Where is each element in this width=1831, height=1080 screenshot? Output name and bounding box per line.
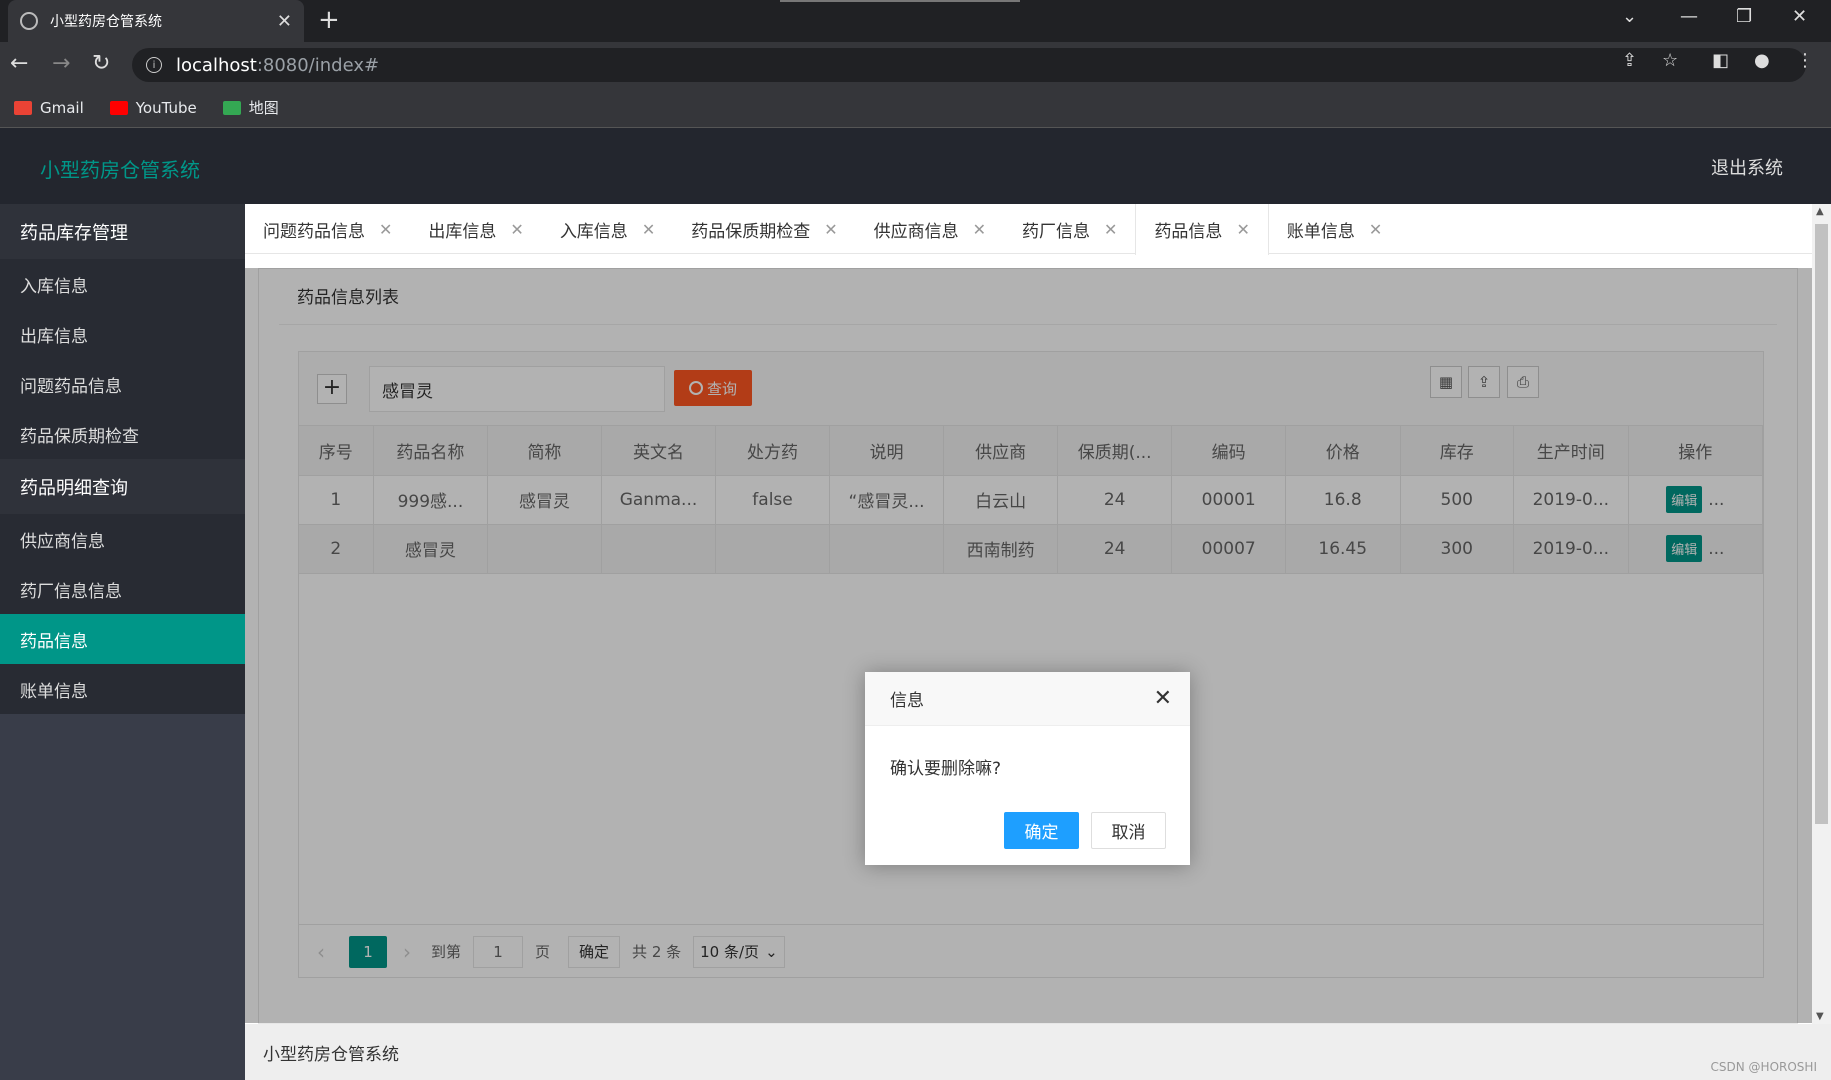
scroll-up-icon[interactable]: ▲ — [1816, 206, 1824, 217]
app-header: 小型药房仓管系统 退出系统 — [0, 128, 1831, 204]
browser-tab[interactable]: 小型药房仓管系统 ✕ — [8, 0, 304, 42]
confirm-button[interactable]: 确定 — [1004, 812, 1079, 849]
sidebar-item-inbound[interactable]: 入库信息 — [0, 259, 245, 309]
sidebar: 药品库存管理 入库信息 出库信息 问题药品信息 药品保质期检查 药品明细查询 供… — [0, 204, 245, 1080]
address-bar[interactable]: i localhost:8080/index# — [132, 48, 1806, 82]
menu-icon[interactable]: ⋮ — [1796, 50, 1814, 71]
tab-expiry-check[interactable]: 药品保质期检查 ✕ — [673, 204, 855, 254]
profile-icon[interactable]: ● — [1754, 50, 1770, 71]
tab-bills[interactable]: 账单信息 ✕ — [1269, 204, 1400, 254]
site-info-icon[interactable]: i — [146, 57, 162, 73]
browser-tab-title: 小型药房仓管系统 — [50, 14, 162, 30]
bookmark-youtube[interactable]: YouTube — [109, 99, 197, 117]
tab-suppliers[interactable]: 供应商信息 ✕ — [856, 204, 1004, 254]
close-tab-icon[interactable]: ✕ — [277, 11, 292, 32]
tab-drug-info[interactable]: 药品信息 ✕ — [1135, 204, 1269, 255]
tab-search-icon[interactable]: ⌄ — [1622, 6, 1637, 27]
app-footer: 小型药房仓管系统 — [245, 1024, 1831, 1080]
sidebar-item-outbound[interactable]: 出库信息 — [0, 309, 245, 359]
close-icon[interactable]: ✕ — [973, 220, 986, 239]
close-icon[interactable]: ✕ — [1104, 220, 1117, 239]
address-row: ← → ↻ i localhost:8080/index# ⇪ ☆ ◧ ● ⋮ — [0, 42, 1831, 88]
dialog-title: 信息 — [865, 672, 1190, 726]
sidebar-item-suppliers[interactable]: 供应商信息 — [0, 514, 245, 564]
sidebar-item-problem-drugs[interactable]: 问题药品信息 — [0, 359, 245, 409]
forward-icon[interactable]: → — [52, 51, 70, 76]
confirm-dialog: 信息 ✕ 确认要删除嘛? 确定 取消 — [865, 672, 1190, 865]
address-host: localhost — [176, 54, 257, 76]
globe-icon — [20, 12, 38, 30]
tab-manufacturers[interactable]: 药厂信息 ✕ — [1004, 204, 1135, 254]
side-panel-icon[interactable]: ◧ — [1712, 50, 1729, 71]
tab-inbound[interactable]: 入库信息 ✕ — [542, 204, 673, 254]
browser-tab-strip: 小型药房仓管系统 ✕ + ⌄ — ❐ ✕ — [0, 0, 1831, 42]
tab-outbound[interactable]: 出库信息 ✕ — [410, 204, 541, 254]
sidebar-item-manufacturers[interactable]: 药厂信息信息 — [0, 564, 245, 614]
gmail-icon — [14, 100, 32, 115]
close-window-icon[interactable]: ✕ — [1792, 6, 1807, 27]
bookmarks-bar: Gmail YouTube 地图 — [0, 88, 1831, 128]
dialog-message: 确认要删除嘛? — [890, 759, 1002, 779]
sidebar-item-bills[interactable]: 账单信息 — [0, 664, 245, 714]
sidebar-group-stock[interactable]: 药品库存管理 — [0, 204, 245, 259]
tab-problem-drugs[interactable]: 问题药品信息 ✕ — [245, 204, 410, 254]
app-logo-title: 小型药房仓管系统 — [40, 158, 200, 182]
modal-overlay[interactable] — [245, 268, 1812, 1023]
minimize-icon[interactable]: — — [1680, 6, 1698, 27]
browser-chrome: 小型药房仓管系统 ✕ + ⌄ — ❐ ✕ ← → ↻ i localhost:8… — [0, 0, 1831, 128]
close-icon[interactable]: ✕ — [642, 220, 655, 239]
scrollbar-thumb[interactable] — [1815, 224, 1828, 824]
close-icon[interactable]: ✕ — [1236, 220, 1249, 239]
cancel-button[interactable]: 取消 — [1091, 812, 1166, 849]
restore-icon[interactable]: ❐ — [1736, 6, 1752, 27]
bookmark-star-icon[interactable]: ☆ — [1662, 50, 1678, 71]
logout-link[interactable]: 退出系统 — [1711, 154, 1783, 180]
youtube-icon — [109, 100, 128, 115]
close-icon[interactable]: ✕ — [1154, 686, 1172, 711]
reload-icon[interactable]: ↻ — [92, 51, 110, 76]
bookmark-gmail[interactable]: Gmail — [14, 99, 84, 117]
watermark: CSDN @HOROSHI — [1710, 1060, 1817, 1074]
sidebar-item-expiry-check[interactable]: 药品保质期检查 — [0, 409, 245, 459]
maps-icon — [222, 100, 241, 115]
window-drag-indicator — [780, 0, 1020, 2]
new-tab-icon[interactable]: + — [318, 5, 340, 35]
share-icon[interactable]: ⇪ — [1622, 50, 1637, 71]
close-icon[interactable]: ✕ — [379, 220, 392, 239]
vertical-scrollbar[interactable]: ▲ ▼ — [1812, 204, 1831, 1024]
scroll-down-icon[interactable]: ▼ — [1816, 1011, 1824, 1022]
close-icon[interactable]: ✕ — [1369, 220, 1382, 239]
close-icon[interactable]: ✕ — [824, 220, 837, 239]
bookmark-maps[interactable]: 地图 — [222, 97, 279, 118]
sidebar-item-drug-info[interactable]: 药品信息 — [0, 614, 245, 664]
back-icon[interactable]: ← — [10, 51, 28, 76]
sidebar-group-details[interactable]: 药品明细查询 — [0, 459, 245, 514]
page-tabs: 问题药品信息 ✕ 出库信息 ✕ 入库信息 ✕ 药品保质期检查 ✕ 供应商信息 ✕ 药厂信息… — [245, 204, 1812, 255]
address-path: :8080/index# — [256, 54, 380, 76]
close-icon[interactable]: ✕ — [510, 220, 523, 239]
